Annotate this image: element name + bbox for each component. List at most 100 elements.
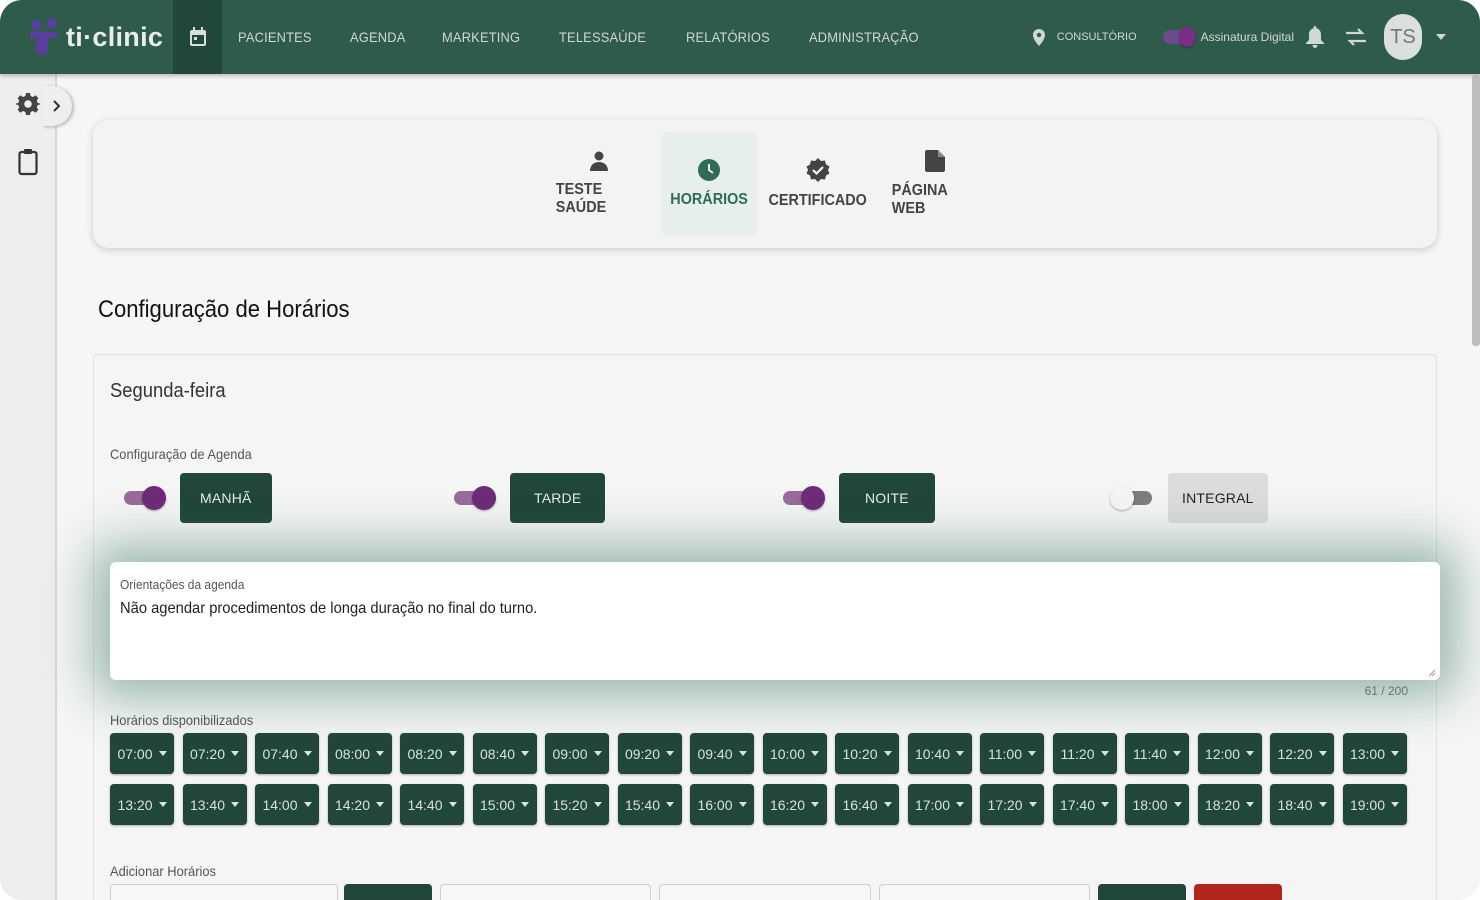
digital-signature-switch[interactable]: [1162, 26, 1195, 48]
time-chip[interactable]: 14:20: [327, 784, 392, 825]
time-chip[interactable]: 13:20: [110, 784, 174, 825]
caret-down-icon: [1101, 802, 1110, 807]
switch-account-button[interactable]: [1346, 28, 1366, 46]
caret-down-icon: [883, 802, 892, 807]
time-chip[interactable]: 07:40: [255, 733, 319, 774]
shift-morning-button[interactable]: MANHÃ: [180, 473, 272, 523]
shift-afternoon: TARDE: [454, 473, 606, 523]
time-chip[interactable]: 11:20: [1052, 733, 1117, 774]
time-chip[interactable]: 16:00: [690, 784, 754, 825]
nav-item-relatorios[interactable]: RELATÓRIOS: [686, 29, 770, 45]
shift-afternoon-switch[interactable]: [454, 486, 496, 510]
nav-item-administracao[interactable]: ADMINISTRAÇÃO: [809, 29, 919, 45]
time-chip-label: 10:00: [769, 745, 806, 762]
shift-afternoon-button[interactable]: TARDE: [510, 473, 606, 523]
time-chip-label: 13:20: [117, 796, 153, 813]
caret-down-icon: [448, 802, 457, 807]
nav-item-pacientes[interactable]: PACIENTES: [238, 29, 312, 45]
time-chip-label: 18:00: [1132, 796, 1168, 813]
time-chip[interactable]: 19:00: [1342, 784, 1407, 825]
user-menu-button[interactable]: [1436, 34, 1446, 40]
digital-signature-toggle[interactable]: Assinatura Digital: [1162, 26, 1294, 48]
time-chip[interactable]: 17:00: [907, 784, 972, 825]
add-time-field-2[interactable]: [440, 884, 651, 900]
remove-times-button[interactable]: [1194, 884, 1282, 900]
time-chip[interactable]: 17:20: [980, 784, 1044, 825]
nav-item-telessaude[interactable]: TELESSAÚDE: [559, 29, 646, 45]
add-time-field-3[interactable]: [659, 884, 871, 900]
time-chip[interactable]: 08:40: [472, 733, 537, 774]
resize-handle-icon[interactable]: [1428, 669, 1436, 677]
sidebar-expand-button[interactable]: [42, 86, 72, 126]
caret-down-icon: [666, 802, 675, 807]
shift-morning-switch[interactable]: [124, 486, 166, 510]
agenda-notes-field[interactable]: Orientações da agenda Não agendar proced…: [110, 562, 1440, 680]
time-chip[interactable]: 07:20: [182, 733, 247, 774]
time-chip[interactable]: 18:40: [1270, 784, 1334, 825]
time-chip[interactable]: 09:00: [545, 733, 609, 774]
nav-item-agenda[interactable]: AGENDA: [350, 29, 406, 45]
time-chip[interactable]: 18:20: [1197, 784, 1262, 825]
add-time-field-4[interactable]: [879, 884, 1090, 900]
time-chip-label: 09:20: [624, 745, 661, 762]
time-chip-label: 17:00: [914, 796, 951, 813]
time-chip[interactable]: 08:20: [400, 733, 464, 774]
time-chip-label: 10:40: [914, 745, 951, 762]
swap-icon: [1346, 28, 1366, 46]
time-chip[interactable]: 08:00: [327, 733, 392, 774]
time-chip[interactable]: 10:20: [835, 733, 899, 774]
time-chip[interactable]: 14:00: [255, 784, 319, 825]
shift-full-day-switch[interactable]: [1110, 486, 1154, 510]
tab-pagina-web[interactable]: PÁGINA WEB: [887, 132, 983, 236]
time-chip[interactable]: 15:00: [472, 784, 537, 825]
time-chip[interactable]: 10:40: [907, 733, 972, 774]
time-chip[interactable]: 11:00: [980, 733, 1044, 774]
clipboard-button[interactable]: [18, 148, 38, 181]
time-chip[interactable]: 09:40: [690, 733, 754, 774]
shift-full-day-button[interactable]: INTEGRAL: [1168, 473, 1268, 523]
agenda-notes-value[interactable]: Não agendar procedimentos de longa duraç…: [120, 600, 537, 618]
page-scrollbar[interactable]: [1472, 74, 1480, 346]
shift-night-button[interactable]: NOITE: [839, 473, 935, 523]
calendar-button[interactable]: [173, 0, 222, 74]
add-time-field-1[interactable]: [110, 884, 338, 900]
location-label: CONSULTÓRIO: [1056, 31, 1137, 43]
time-chip[interactable]: 12:00: [1197, 733, 1262, 774]
time-chip[interactable]: 10:00: [762, 733, 827, 774]
brand-logo[interactable]: ti·clinic: [0, 0, 173, 74]
time-chip-label: 14:20: [334, 796, 371, 813]
tab-horarios[interactable]: HORÁRIOS: [661, 132, 757, 236]
caret-down-icon: [1391, 751, 1400, 756]
location-selector[interactable]: CONSULTÓRIO: [1032, 28, 1137, 46]
confirm-add-button[interactable]: [1098, 884, 1186, 900]
time-chip[interactable]: 09:20: [617, 733, 682, 774]
time-chip[interactable]: 18:00: [1125, 784, 1189, 825]
time-chip-label: 12:00: [1204, 745, 1241, 762]
time-chip[interactable]: 15:20: [545, 784, 609, 825]
tab-teste-saude[interactable]: TESTE SAÚDE: [551, 132, 647, 236]
nav-item-marketing[interactable]: MARKETING: [442, 29, 520, 45]
time-chip[interactable]: 13:00: [1342, 733, 1407, 774]
time-chip-label: 17:20: [987, 796, 1023, 813]
location-pin-icon: [1032, 28, 1045, 46]
caret-down-icon: [1028, 751, 1036, 756]
time-chip[interactable]: 16:40: [835, 784, 899, 825]
time-chip[interactable]: 15:40: [617, 784, 682, 825]
shift-night: NOITE: [783, 473, 935, 523]
user-avatar[interactable]: TS: [1384, 14, 1422, 60]
time-chip[interactable]: 12:20: [1270, 733, 1334, 774]
caret-down-icon: [376, 802, 385, 807]
add-time-button[interactable]: [344, 884, 432, 900]
time-chip[interactable]: 17:40: [1052, 784, 1117, 825]
time-chip[interactable]: 16:20: [762, 784, 827, 825]
settings-button[interactable]: [16, 92, 40, 121]
time-chip[interactable]: 11:40: [1125, 733, 1189, 774]
time-chip[interactable]: 13:40: [182, 784, 247, 825]
time-chip[interactable]: 07:00: [110, 733, 174, 774]
brand-logo-icon: [30, 18, 58, 55]
time-chip[interactable]: 14:40: [400, 784, 464, 825]
shift-night-switch[interactable]: [783, 486, 825, 510]
tab-certificado[interactable]: CERTIFICADO: [769, 132, 867, 236]
time-chip-label: 09:00: [552, 745, 588, 762]
notifications-button[interactable]: [1306, 26, 1324, 48]
